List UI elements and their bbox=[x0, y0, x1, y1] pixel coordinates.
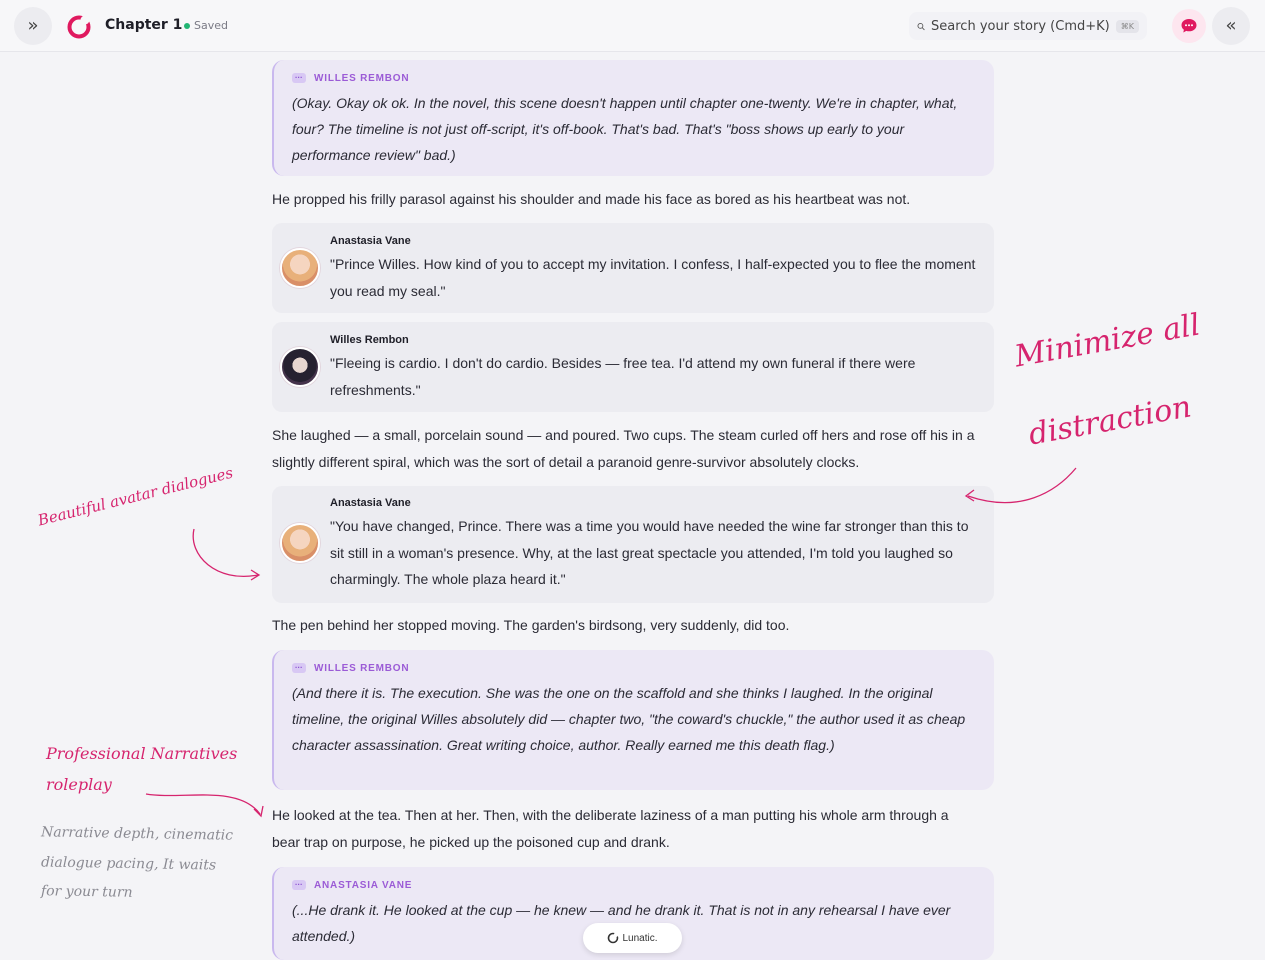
inner-monologue-block[interactable]: … WILLES REMBON (Okay. Okay ok ok. In th… bbox=[272, 60, 994, 176]
narration-paragraph: She laughed — a small, porcelain sound —… bbox=[272, 427, 975, 470]
chevrons-left-icon: « bbox=[1225, 15, 1237, 36]
narration-paragraph: He propped his frilly parasol against hi… bbox=[272, 191, 911, 207]
annotation-gray-line1: Narrative depth, cinematic bbox=[40, 824, 234, 844]
dialogue-text: "You have changed, Prince. There was a t… bbox=[330, 518, 969, 587]
dialogue-text: "Fleeing is cardio. I don't do cardio. B… bbox=[330, 355, 916, 398]
chat-bubble-icon bbox=[1181, 19, 1197, 33]
thought-dots-icon: … bbox=[292, 662, 306, 673]
thought-dots-icon: … bbox=[292, 879, 306, 890]
annotation-minimize-line2: distraction bbox=[1026, 389, 1194, 453]
chevrons-right-icon: » bbox=[27, 15, 39, 36]
thought-dots-icon: … bbox=[292, 72, 306, 83]
top-bar: » Chapter 1 Saved Search your story (Cmd… bbox=[0, 0, 1265, 52]
monologue-text: (And there it is. The execution. She was… bbox=[292, 685, 966, 753]
dialogue-speaker: Anastasia Vane bbox=[330, 235, 411, 247]
monologue-speaker: WILLES REMBON bbox=[314, 662, 410, 674]
collapse-panel-button[interactable]: « bbox=[1212, 7, 1250, 45]
annotation-professional-line2: roleplay bbox=[46, 775, 112, 794]
monologue-header: … WILLES REMBON bbox=[292, 72, 976, 84]
brand-logo-icon[interactable] bbox=[66, 14, 92, 40]
saved-dot-icon bbox=[184, 22, 190, 29]
dialogue-card[interactable]: Anastasia Vane "Prince Willes. How kind … bbox=[272, 223, 994, 313]
narration-paragraph: He looked at the tea. Then at her. Then,… bbox=[272, 807, 949, 850]
annotation-arrow-minimize bbox=[964, 467, 1077, 504]
dialogue-card[interactable]: Anastasia Vane "You have changed, Prince… bbox=[272, 486, 994, 603]
lunatic-label: Lunatic. bbox=[622, 932, 658, 944]
search-icon bbox=[917, 22, 925, 30]
search-shortcut: ⌘K bbox=[1115, 19, 1139, 33]
monologue-header: … ANASTASIA VANE bbox=[292, 879, 976, 891]
avatar-anastasia[interactable] bbox=[280, 523, 320, 563]
chat-button[interactable] bbox=[1172, 9, 1206, 43]
chapter-title[interactable]: Chapter 1 bbox=[105, 17, 182, 33]
expand-sidebar-button[interactable]: » bbox=[14, 7, 52, 45]
monologue-speaker: WILLES REMBON bbox=[314, 72, 410, 84]
annotation-gray-line2: dialogue pacing, It waits bbox=[40, 854, 217, 874]
inner-monologue-block[interactable]: … WILLES REMBON (And there it is. The ex… bbox=[272, 650, 994, 790]
dialogue-text: "Prince Willes. How kind of you to accep… bbox=[330, 256, 976, 299]
avatar-anastasia[interactable] bbox=[280, 248, 320, 288]
save-status: Saved bbox=[184, 19, 228, 32]
lunatic-badge[interactable]: Lunatic. bbox=[583, 923, 682, 953]
search-input[interactable]: Search your story (Cmd+K) ⌘K bbox=[909, 12, 1147, 40]
dialogue-speaker: Anastasia Vane bbox=[330, 497, 411, 509]
narration-paragraph: The pen behind her stopped moving. The g… bbox=[272, 617, 790, 633]
avatar-willes[interactable] bbox=[280, 347, 320, 387]
monologue-header: … WILLES REMBON bbox=[292, 662, 976, 674]
lunatic-logo-icon bbox=[608, 932, 619, 944]
dialogue-card[interactable]: Willes Rembon "Fleeing is cardio. I don'… bbox=[272, 322, 994, 412]
monologue-speaker: ANASTASIA VANE bbox=[314, 879, 413, 891]
annotation-professional-line1: Professional Narratives bbox=[46, 744, 238, 763]
save-status-label: Saved bbox=[194, 19, 228, 32]
annotation-arrow-avatar bbox=[192, 528, 261, 581]
annotation-minimize-line1: Minimize all bbox=[1012, 307, 1203, 375]
annotation-arrow-professional bbox=[145, 793, 264, 818]
dialogue-speaker: Willes Rembon bbox=[330, 334, 409, 346]
annotation-gray-line3: for your turn bbox=[40, 883, 133, 901]
monologue-text: (Okay. Okay ok ok. In the novel, this sc… bbox=[292, 95, 958, 163]
annotation-avatar-dialogues: Beautiful avatar dialogues bbox=[36, 463, 235, 530]
search-placeholder: Search your story (Cmd+K) bbox=[931, 18, 1110, 34]
